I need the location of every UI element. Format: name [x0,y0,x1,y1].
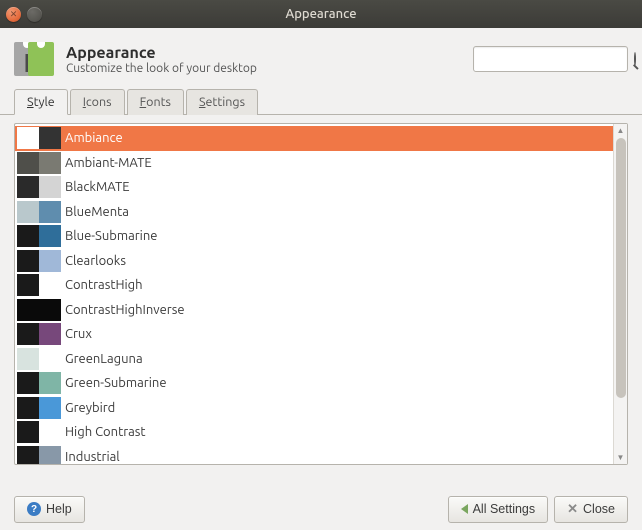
theme-name: GreenLaguna [65,352,143,366]
search-box[interactable] [473,46,628,72]
theme-name: Crux [65,327,92,341]
theme-swatches [17,372,61,394]
header: Appearance Customize the look of your de… [0,28,642,90]
theme-swatches [17,397,61,419]
theme-name: ContrastHighInverse [65,303,185,317]
theme-swatches [17,274,61,296]
tab-style[interactable]: Style [14,89,68,115]
theme-name: BlueMenta [65,205,129,219]
theme-row[interactable]: GreenLaguna [15,347,613,372]
help-button-label: Help [46,502,72,516]
tab-icons[interactable]: Icons [70,89,125,115]
theme-row[interactable]: Ambiance [15,126,613,151]
close-button-label: Close [583,502,615,516]
tab-fonts[interactable]: Fonts [127,89,184,115]
scrollbar-thumb[interactable] [616,138,626,398]
all-settings-button[interactable]: All Settings [448,496,549,523]
theme-swatches [17,127,61,149]
page-subtitle: Customize the look of your desktop [66,62,257,75]
search-input[interactable] [479,52,634,66]
close-button[interactable]: ✕ Close [554,496,628,523]
theme-swatches [17,446,61,464]
tab-bar: StyleIconsFontsSettings [0,88,642,115]
theme-swatches [17,323,61,345]
theme-row[interactable]: Industrial [15,445,613,465]
theme-name: Industrial [65,450,120,464]
all-settings-label: All Settings [473,502,536,516]
theme-list[interactable]: Ambiance Ambiant-MATE BlackMATE BlueMenta Bl… [15,124,613,464]
theme-swatches [17,152,61,174]
tab-settings[interactable]: Settings [186,89,258,115]
theme-row[interactable]: ContrastHigh [15,273,613,298]
scroll-up-button[interactable]: ▲ [614,124,627,137]
theme-name: Ambiance [65,131,123,145]
theme-name: Ambiant-MATE [65,156,152,170]
theme-row[interactable]: Greybird [15,396,613,421]
footer: ? Help All Settings ✕ Close [0,488,642,530]
scrollbar[interactable]: ▲ ▼ [613,124,627,464]
theme-row[interactable]: BlackMATE [15,175,613,200]
appearance-icon [14,38,56,80]
theme-row[interactable]: Clearlooks [15,249,613,274]
theme-name: ContrastHigh [65,278,143,292]
theme-row[interactable]: BlueMenta [15,200,613,225]
theme-name: Green-Submarine [65,376,167,390]
theme-row[interactable]: Crux [15,322,613,347]
theme-swatches [17,201,61,223]
titlebar: ✕ Appearance [0,0,642,28]
theme-swatches [17,348,61,370]
theme-swatches [17,421,61,443]
theme-row[interactable]: High Contrast [15,420,613,445]
theme-row[interactable]: Green-Submarine [15,371,613,396]
search-icon [634,52,636,66]
theme-name: High Contrast [65,425,146,439]
header-text: Appearance Customize the look of your de… [66,44,257,75]
theme-swatches [17,299,61,321]
help-icon: ? [27,502,41,516]
theme-name: BlackMATE [65,180,130,194]
theme-list-container: Ambiance Ambiant-MATE BlackMATE BlueMenta Bl… [14,123,628,465]
close-icon: ✕ [567,501,578,517]
help-button[interactable]: ? Help [14,496,85,523]
scroll-down-button[interactable]: ▼ [614,451,627,464]
left-arrow-icon [461,504,468,514]
theme-swatches [17,176,61,198]
theme-swatches [17,250,61,272]
theme-name: Greybird [65,401,115,415]
theme-swatches [17,225,61,247]
theme-row[interactable]: Ambiant-MATE [15,151,613,176]
theme-row[interactable]: Blue-Submarine [15,224,613,249]
theme-name: Clearlooks [65,254,126,268]
window-title: Appearance [0,7,642,21]
theme-row[interactable]: ContrastHighInverse [15,298,613,323]
page-title: Appearance [66,44,257,62]
theme-name: Blue-Submarine [65,229,157,243]
